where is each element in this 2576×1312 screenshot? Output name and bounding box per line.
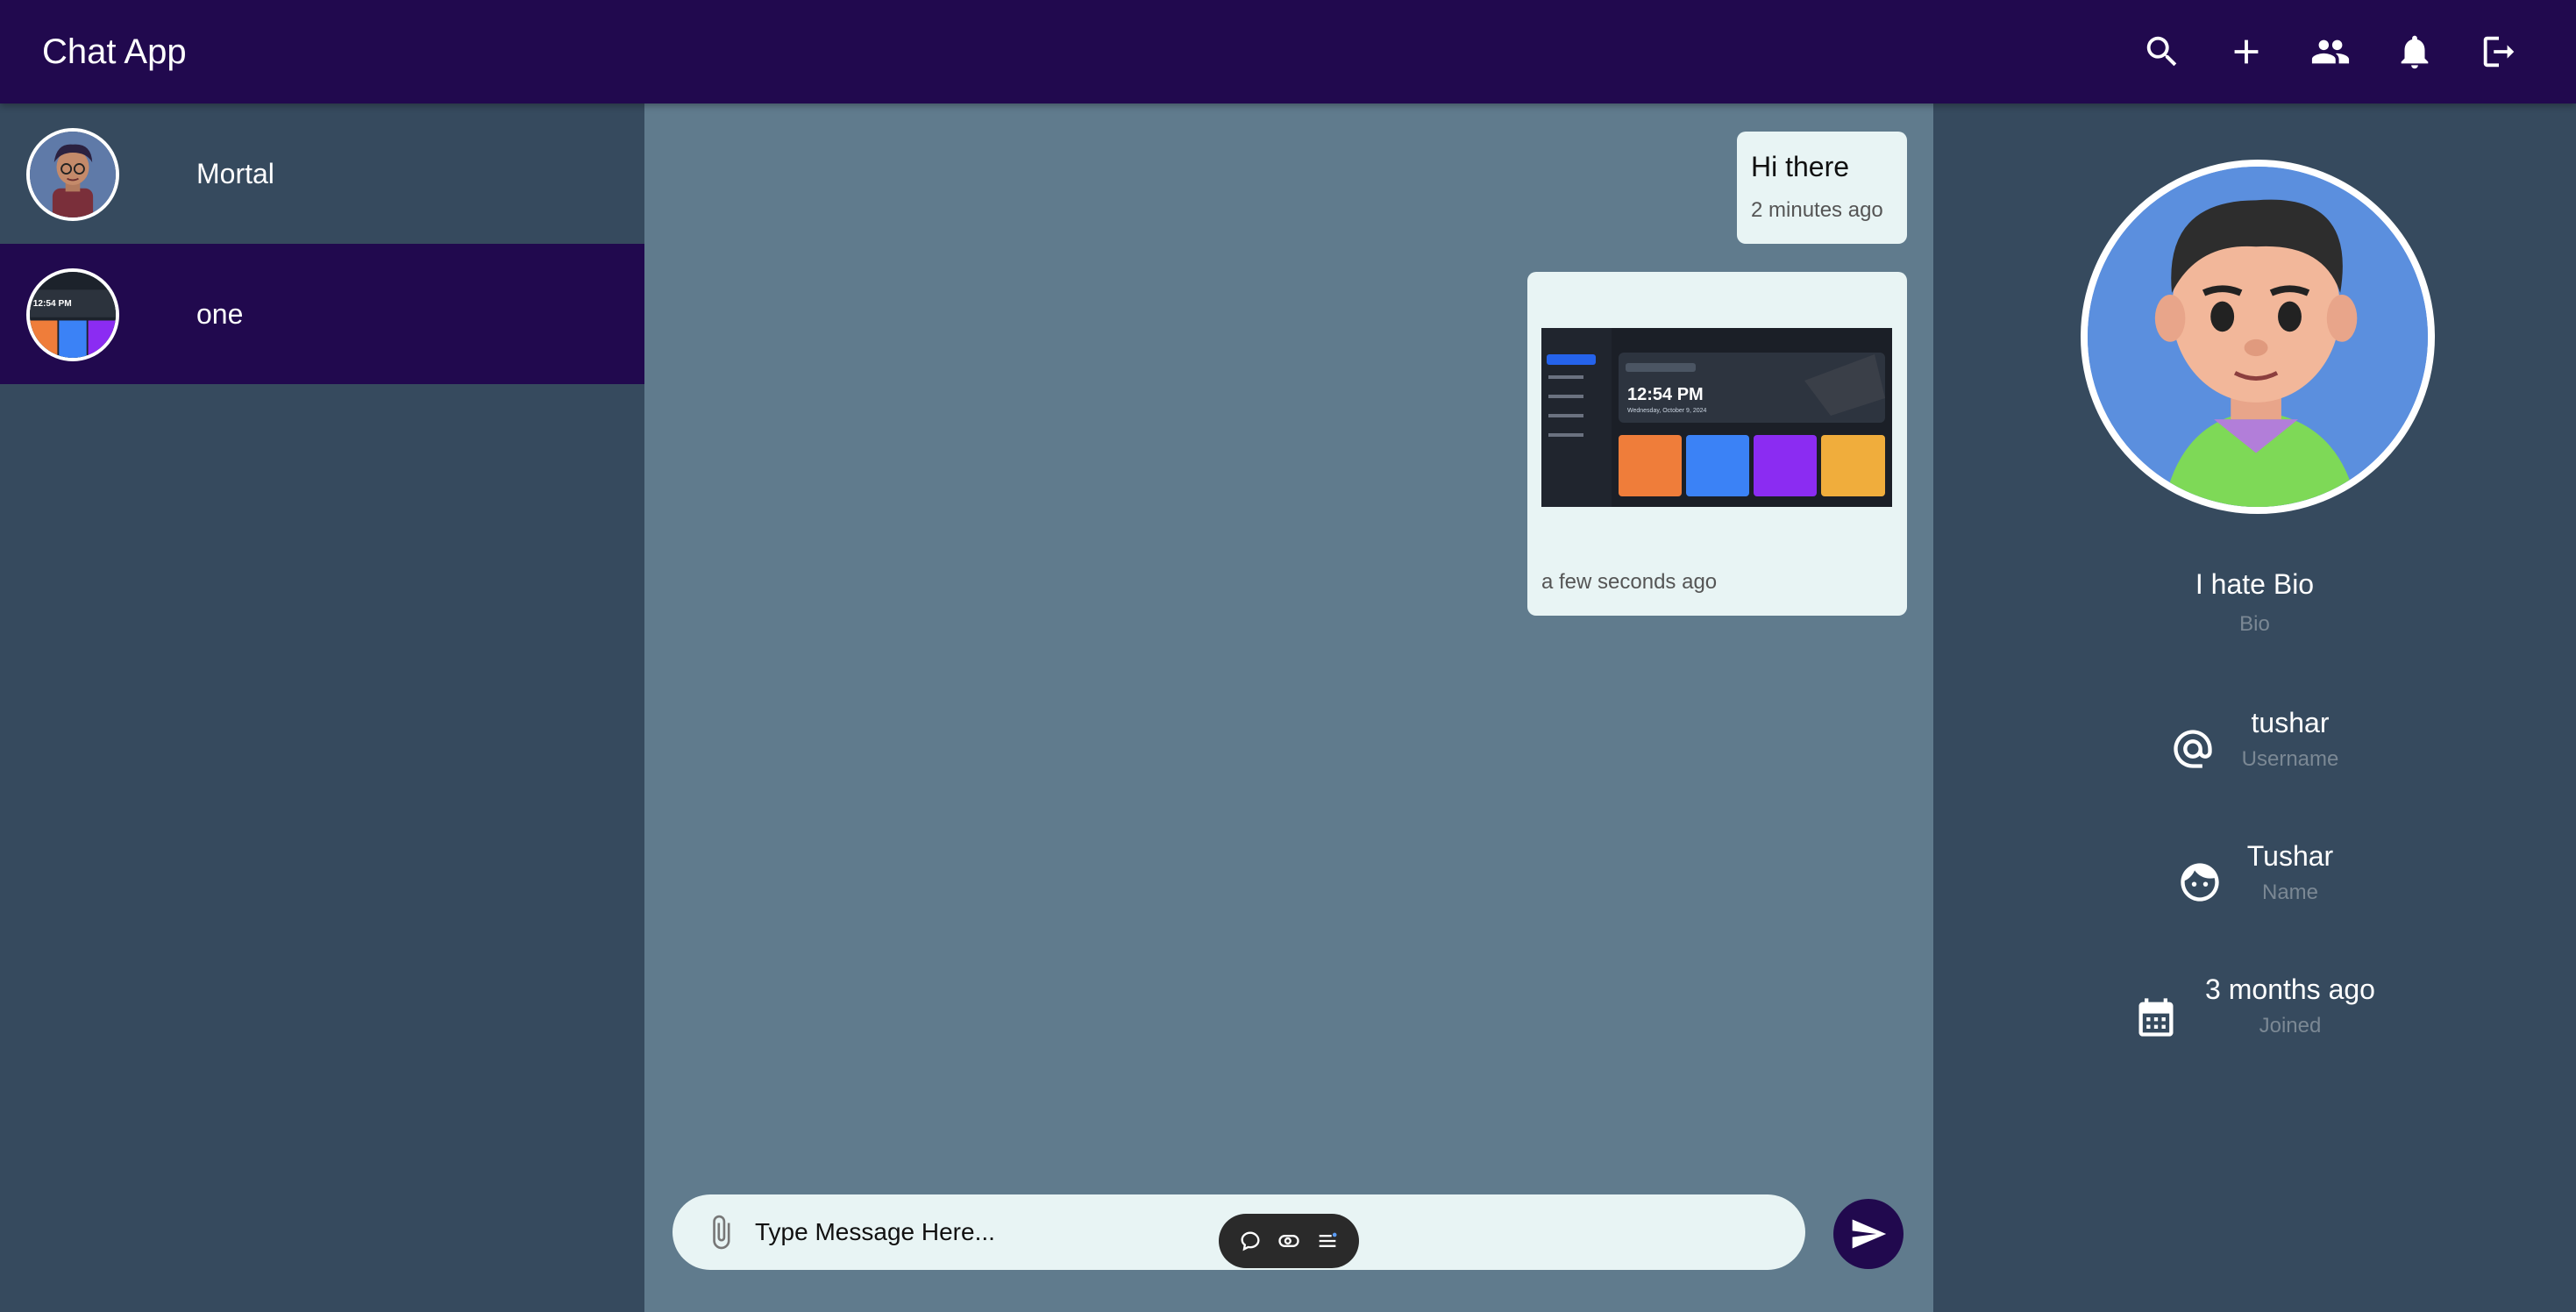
search-icon (2146, 36, 2177, 67)
chat-bubble-icon[interactable] (1236, 1227, 1264, 1255)
svg-text:12:54 PM: 12:54 PM (33, 299, 72, 309)
username-label: Username (2241, 747, 2339, 771)
screenshot-thumbnail-image: 12:54 PM (30, 272, 116, 358)
send-button[interactable] (1833, 1199, 1904, 1269)
avatar: 12:54 PM (26, 268, 119, 361)
attach-button[interactable] (699, 1210, 743, 1254)
name-label: Name (2261, 881, 2319, 904)
app-bar-actions (2120, 0, 2541, 103)
notifications-icon (2401, 35, 2429, 69)
joined-row: 3 months ago Joined (1933, 973, 2576, 1061)
paperclip-icon (713, 1215, 730, 1250)
message-image[interactable]: 12:54 PM Wednesday, October 9, 2024 (1541, 328, 1892, 507)
logout-icon (2483, 36, 2515, 68)
cartoon-avatar-image (30, 132, 116, 217)
app-bar: Chat App (0, 0, 2576, 103)
message-text: Hi there (1751, 151, 1850, 182)
message-time: 2 minutes ago (1751, 198, 1883, 222)
add-icon (2234, 39, 2259, 64)
message-bubble: Hi there 2 minutes ago (1737, 132, 1907, 244)
image-message-bubble: 12:54 PM Wednesday, October 9, 2024 a fe… (1527, 272, 1907, 616)
username-row: tushar Username (1933, 707, 2576, 795)
name-row: Tushar Name (1933, 840, 2576, 928)
username-value: tushar (2251, 707, 2330, 738)
svg-text:12:54 PM: 12:54 PM (1627, 385, 1704, 404)
profile-avatar-image (2088, 167, 2428, 507)
chat-panel: Hi there 2 minutes ago 12:54 PM Wednesda… (644, 103, 1933, 1312)
contact-name: one (196, 297, 244, 330)
joined-label: Joined (2259, 1014, 2322, 1037)
eye-toggle-icon[interactable] (1275, 1227, 1303, 1255)
name-value: Tushar (2246, 840, 2334, 872)
svg-text:Wednesday, October 9, 2024: Wednesday, October 9, 2024 (1627, 408, 1707, 414)
add-chat-button[interactable] (2204, 10, 2288, 94)
avatar (2081, 160, 2435, 514)
groups-button[interactable] (2288, 10, 2373, 94)
app-title: Chat App (42, 32, 187, 71)
profile-panel: I hate Bio Bio tushar Username Tushar Na… (1933, 103, 2576, 1312)
search-button[interactable] (2120, 10, 2204, 94)
contact-name: Mortal (196, 157, 274, 189)
joined-value: 3 months ago (2205, 973, 2375, 1005)
avatar (26, 128, 119, 221)
contact-item-mortal[interactable]: Mortal (0, 103, 644, 244)
contact-item-one[interactable]: 12:54 PM one (0, 244, 644, 384)
bio-label: Bio (2239, 612, 2270, 636)
bio-value: I hate Bio (2195, 568, 2315, 600)
logout-button[interactable] (2457, 10, 2541, 94)
floating-toolbar (1219, 1214, 1359, 1268)
menu-icon[interactable] (1313, 1227, 1341, 1255)
contacts-sidebar: Mortal 12:54 PM one (0, 103, 644, 1312)
message-time: a few seconds ago (1541, 570, 1718, 594)
notifications-button[interactable] (2373, 10, 2457, 94)
group-icon (2311, 39, 2350, 64)
send-icon (1852, 1219, 1887, 1249)
dashboard-screenshot-image: 12:54 PM Wednesday, October 9, 2024 (1541, 328, 1892, 507)
